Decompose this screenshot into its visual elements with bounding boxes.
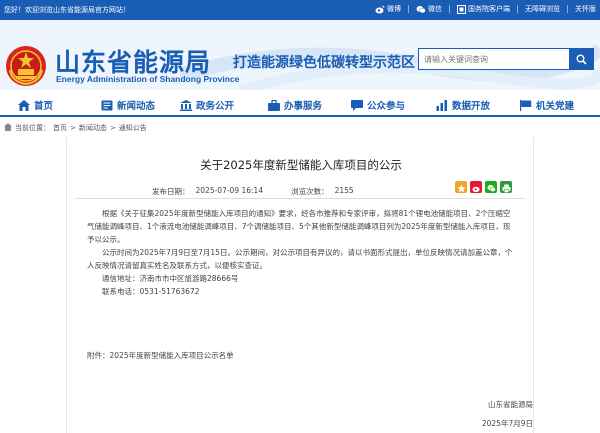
nav-label: 政务公开 — [196, 101, 235, 112]
nav-label: 机关党建 — [536, 101, 575, 112]
nav-item-open-data[interactable]: 数据开放 — [436, 98, 490, 112]
nav-item-party-building[interactable]: 机关党建 — [520, 98, 574, 112]
nav-item-government-affairs[interactable]: 政务公开 — [180, 98, 234, 112]
wechat-label: 微信 — [428, 5, 442, 13]
weibo-icon — [471, 178, 481, 197]
issuer-signature: 山东省能源局 — [488, 400, 533, 409]
breadcrumb-news[interactable]: 新闻动态 — [79, 123, 107, 133]
search-box — [418, 48, 594, 70]
top-links: 微博 微信 国务院客户端 无障碍浏览 关怀版 — [375, 4, 596, 14]
site-header: 山东省能源局 Energy Administration of Shandong… — [0, 20, 600, 90]
national-emblem-icon — [6, 46, 46, 86]
main-nav: 首页 新闻动态 政务公开 办事服务 公众参与 数据开放 机关党建 — [0, 95, 600, 117]
location-home-icon — [4, 123, 12, 133]
search-button[interactable] — [569, 49, 593, 69]
wechat-icon — [486, 178, 496, 197]
accessibility-link[interactable]: 无障碍浏览 — [525, 4, 560, 14]
breadcrumb-label: 当前位置： — [15, 124, 50, 132]
contact-phone: 联系电话：0531-51763672 — [102, 287, 200, 296]
divider — [449, 5, 450, 13]
state-council-label: 国务院客户端 — [468, 5, 510, 13]
chat-icon — [351, 99, 363, 111]
print-share-button[interactable] — [500, 181, 512, 193]
nav-label: 办事服务 — [284, 101, 323, 112]
accessibility-label: 无障碍浏览 — [525, 5, 560, 13]
nav-label: 数据开放 — [452, 101, 491, 112]
article-title: 关于2025年度新型储能入库项目的公示 — [200, 158, 402, 172]
views-count: 2155 — [334, 186, 354, 195]
nav-label: 首页 — [34, 101, 54, 112]
wechat-link[interactable]: 微信 — [416, 4, 442, 14]
search-input[interactable] — [419, 49, 569, 69]
service-icon — [268, 99, 280, 111]
article-meta: 发布日期： 2025-07-09 16:14 浏览次数： 2155 — [152, 186, 354, 197]
title-divider — [75, 198, 525, 199]
divider — [517, 5, 518, 13]
nav-item-public-participation[interactable]: 公众参与 — [351, 98, 405, 112]
publish-date: 2025-07-09 16:14 — [195, 186, 264, 195]
care-mode-label: 关怀版 — [575, 5, 596, 13]
nav-label: 新闻动态 — [117, 101, 156, 112]
breadcrumb-home[interactable]: 首页 — [53, 123, 67, 133]
article-paragraph: 公示时间为2025年7月9日至7月15日。公示期间，对公示项目有异议的，请以书面… — [87, 248, 513, 270]
publish-date-label: 发布日期： — [152, 187, 190, 196]
breadcrumb-separator: > — [70, 124, 76, 132]
attachment-link[interactable]: 附件：2025年度新型储能入库项目公示名单 — [87, 350, 234, 361]
favorite-share-button[interactable] — [455, 181, 467, 193]
slogan: 打造能源绿色低碳转型示范区 — [233, 55, 415, 71]
breadcrumb: 当前位置： 首页 > 新闻动态 > 通知公告 — [4, 123, 147, 133]
contact-address: 通信地址：济南市市中区旅游路28666号 — [102, 274, 239, 283]
wechat-share-button[interactable] — [485, 181, 497, 193]
weibo-share-button[interactable] — [470, 181, 482, 193]
state-council-icon — [457, 4, 466, 14]
home-icon — [18, 99, 30, 111]
weibo-label: 微博 — [387, 5, 401, 13]
party-flag-icon — [520, 99, 532, 111]
government-building-icon — [180, 99, 192, 111]
article-container: 关于2025年度新型储能入库项目的公示 发布日期： 2025-07-09 16:… — [66, 137, 534, 433]
breadcrumb-separator: > — [109, 124, 116, 132]
nav-label: 公众参与 — [367, 101, 406, 112]
divider — [567, 5, 568, 13]
top-bar: 您好！欢迎浏览山东省能源局官方网站！ 微博 微信 国务院客户端 无障碍浏览 关怀… — [0, 0, 600, 20]
views-label: 浏览次数： — [291, 187, 329, 196]
site-name-english: Energy Administration of Shandong Provin… — [56, 74, 240, 84]
news-icon — [101, 100, 113, 111]
share-bar — [455, 181, 512, 193]
divider — [408, 5, 409, 13]
state-council-app-link[interactable]: 国务院客户端 — [457, 4, 510, 14]
nav-item-home[interactable]: 首页 — [18, 98, 53, 112]
wechat-icon — [416, 5, 426, 14]
article-body: 根据《关于征集2025年度新型储能入库项目的通知》要求，经各市推荐和专家评审，拟… — [87, 207, 515, 298]
search-icon — [576, 50, 587, 69]
breadcrumb-notices[interactable]: 通知公告 — [119, 123, 147, 133]
issue-date: 2025年7月9日 — [481, 419, 533, 428]
care-mode-link[interactable]: 关怀版 — [575, 4, 596, 14]
nav-item-services[interactable]: 办事服务 — [268, 98, 322, 112]
welcome-text: 您好！欢迎浏览山东省能源局官方网站！ — [4, 6, 130, 14]
weibo-icon — [375, 5, 385, 14]
star-icon — [456, 178, 466, 197]
print-icon — [501, 178, 511, 197]
article-paragraph: 根据《关于征集2025年度新型储能入库项目的通知》要求，经各市推荐和专家评审，拟… — [87, 209, 511, 244]
data-chart-icon — [436, 99, 448, 111]
weibo-link[interactable]: 微博 — [375, 4, 401, 14]
nav-item-news[interactable]: 新闻动态 — [101, 98, 155, 112]
